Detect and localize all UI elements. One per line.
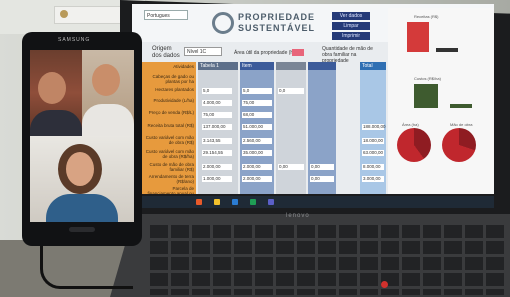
cell[interactable]: 0,0: [278, 88, 304, 94]
clear-button[interactable]: Limpar: [332, 22, 370, 30]
keyboard-rows: [150, 225, 505, 295]
column-header[interactable]: Item: [240, 62, 274, 70]
video-call-screen: [30, 50, 134, 222]
chart-title: Custos (R$/ha): [414, 76, 441, 81]
excel-icon[interactable]: [250, 199, 256, 205]
row-label: Custo variável com mão de obra (R$/ha): [145, 149, 194, 159]
cell[interactable]: 3.143,55: [202, 138, 232, 144]
charts-panel: [388, 8, 494, 194]
chart-title: Mão de obra: [450, 122, 473, 127]
cost-bar: [414, 84, 438, 108]
phone-home-button[interactable]: [69, 227, 95, 232]
logo-icon: [212, 12, 234, 34]
origin-select[interactable]: Nível 1C: [184, 47, 222, 56]
area-label: Área útil da propriedade (ha): [234, 50, 298, 56]
brand-title: PROPRIEDADE: [238, 12, 316, 22]
total-header: Total: [360, 62, 386, 70]
column-header[interactable]: [308, 62, 336, 70]
cell[interactable]: 75,00: [202, 112, 232, 118]
trackpoint: [381, 281, 388, 288]
view-data-button[interactable]: Ver dados: [332, 12, 370, 20]
poster-emblem: [60, 10, 68, 18]
cell[interactable]: 2.560,00: [242, 138, 272, 144]
column-header[interactable]: [276, 62, 306, 70]
row-label: Custo variável com mão de obra (R$): [145, 135, 194, 145]
row-label: Preço de venda (R$/L): [148, 110, 194, 115]
cost-bar-2: [450, 104, 472, 108]
row-label: Produtividade (L/ha): [153, 98, 194, 103]
person-shirt: [46, 194, 118, 222]
total-cell: 18.000,00: [362, 138, 384, 144]
laptop-screen: Portugues PROPRIEDADE SUSTENTÁVEL Ver da…: [132, 4, 494, 194]
total-cell: 3.000,00: [362, 176, 384, 182]
laptop-brand: lenovo: [286, 213, 310, 219]
cell[interactable]: 2.000,00: [242, 176, 272, 182]
cell[interactable]: 0,00: [310, 176, 334, 182]
labor-pie-chart: [442, 128, 476, 162]
cell[interactable]: 51.000,00: [242, 124, 272, 130]
area-pie-chart: [397, 128, 431, 162]
total-cell: 188.000,00: [362, 124, 386, 130]
person-face: [92, 64, 120, 96]
print-button[interactable]: Imprimir: [332, 32, 370, 40]
cell[interactable]: 35.000,00: [242, 150, 272, 156]
windows-taskbar: [132, 196, 494, 208]
row-label: Cabeças de gado ou plantas por ha: [152, 74, 194, 84]
row-label: Atividades: [173, 64, 194, 69]
video-tile-man-1: [30, 50, 82, 136]
total-cell: 8.000,00: [362, 164, 384, 170]
area-input[interactable]: [292, 49, 304, 56]
cell[interactable]: 2.000,00: [202, 164, 232, 170]
person-shirt: [30, 110, 82, 136]
revenue-bar-2: [436, 48, 458, 52]
person-face: [66, 152, 94, 186]
chart-title: Receitas (R$): [414, 14, 439, 19]
cell[interactable]: 2.000,00: [242, 164, 272, 170]
cell[interactable]: 4.000,00: [202, 100, 232, 106]
cell[interactable]: 0,00: [278, 164, 304, 170]
brand-subtitle: SUSTENTÁVEL: [238, 23, 316, 33]
cell[interactable]: 1.000,00: [202, 176, 232, 182]
total-cell: 63.000,00: [362, 150, 384, 156]
cell[interactable]: 137.000,00: [202, 124, 232, 130]
origin-label: Origem dos dados: [152, 46, 180, 60]
cell[interactable]: 29.154,55: [202, 150, 232, 156]
video-tile-man-2: [82, 50, 134, 136]
folder-icon[interactable]: [214, 199, 220, 205]
cell[interactable]: 5,0: [242, 88, 272, 94]
person-face: [38, 72, 66, 104]
person-shirt: [82, 104, 134, 136]
cell[interactable]: 75,00: [242, 100, 272, 106]
video-tile-woman: [30, 136, 134, 222]
revenue-bar: [407, 22, 429, 52]
cell[interactable]: 5,0: [202, 88, 232, 94]
photo-scene: Portugues PROPRIEDADE SUSTENTÁVEL Ver da…: [0, 0, 510, 297]
row-label: Custo de mão de obra familiar (R$): [149, 162, 194, 172]
app-icon[interactable]: [232, 199, 238, 205]
row-label: Receita bruta total (R$): [147, 123, 194, 128]
chart-title: Área (ha): [402, 122, 419, 127]
column-header[interactable]: Tabela 1: [198, 62, 238, 70]
origin-label-line1: Origem: [152, 46, 172, 52]
cell[interactable]: 0,00: [310, 164, 334, 170]
cell[interactable]: 68,00: [242, 112, 272, 118]
language-select[interactable]: Portugues: [144, 10, 188, 20]
origin-label-line2: dos dados: [152, 53, 180, 59]
row-label: Parcela de financiamento anual ou ano (R…: [147, 186, 194, 194]
row-label: Arrendamento de terra (R$/ano): [148, 174, 194, 184]
teams-icon[interactable]: [268, 199, 274, 205]
browser-icon[interactable]: [196, 199, 202, 205]
row-label: Hectares plantados: [155, 87, 194, 92]
charging-cable: [40, 246, 133, 289]
phone-brand: SAMSUNG: [58, 37, 91, 43]
